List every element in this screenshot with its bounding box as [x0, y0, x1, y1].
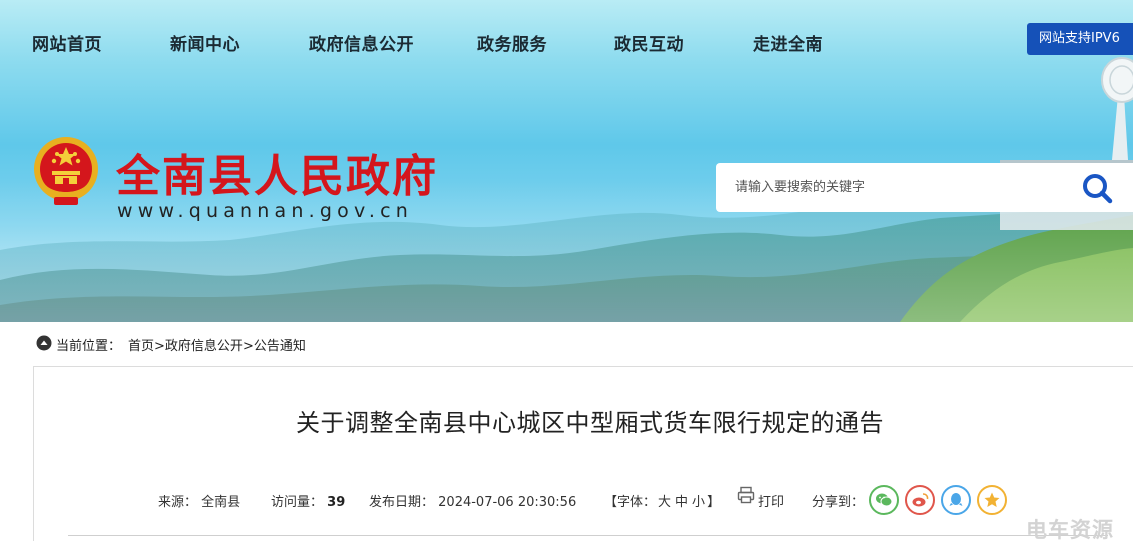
watermark: 电车资源 [1026, 518, 1114, 541]
meta-source: 来源： 全南县 [158, 491, 240, 510]
font-size-medium[interactable]: 中 [675, 495, 688, 510]
site-title: 全南县人民政府 [116, 151, 438, 202]
source-label: 来源： [158, 495, 198, 510]
breadcrumb-label: 当前位置： [56, 339, 122, 354]
font-size-large[interactable]: 大 [658, 495, 671, 510]
print-button[interactable]: 打印 [758, 491, 784, 510]
search-icon[interactable] [1078, 171, 1118, 205]
share-label: 分享到： [812, 495, 865, 510]
breadcrumb-home[interactable]: 首页 [128, 339, 154, 354]
breadcrumb-gov-info[interactable]: 政府信息公开 [165, 339, 243, 354]
nav-about[interactable]: 走进全南 [753, 30, 823, 55]
location-arrow-icon [36, 335, 52, 351]
share-wechat[interactable] [869, 485, 899, 515]
font-size-small[interactable]: 小 [692, 495, 705, 510]
breadcrumb-links: 首页>政府信息公开>公告通知 [128, 335, 306, 354]
meta-date: 发布日期： 2024-07-06 20:30:56 [369, 491, 576, 510]
meta-views: 访问量： 39 [271, 491, 345, 510]
date-label: 发布日期： [369, 495, 435, 510]
views-count: 39 [327, 495, 346, 510]
font-size-control: 【字体：大中小】 [604, 491, 720, 510]
weibo-icon [912, 493, 929, 507]
nav-gov-info[interactable]: 政府信息公开 [309, 30, 414, 55]
search-input[interactable] [716, 163, 1066, 212]
nav-news[interactable]: 新闻中心 [170, 30, 240, 55]
national-emblem-icon [34, 137, 98, 205]
nav-gov-service[interactable]: 政务服务 [477, 30, 547, 55]
breadcrumb-notices[interactable]: 公告通知 [254, 339, 306, 354]
date-value: 2024-07-06 20:30:56 [438, 495, 577, 510]
share-qq[interactable] [941, 485, 971, 515]
breadcrumb: 当前位置： 首页>政府信息公开>公告通知 [0, 322, 1133, 366]
breadcrumb-separator: > [242, 339, 254, 354]
article-panel: 关于调整全南县中心城区中型厢式货车限行规定的通告 来源： 全南县 访问量： 39… [33, 366, 1133, 541]
nav-home[interactable]: 网站首页 [32, 30, 102, 55]
share-qzone[interactable] [977, 485, 1007, 515]
font-label-close: 】 [707, 495, 721, 510]
printer-icon[interactable] [737, 486, 755, 504]
search-box [716, 163, 1133, 212]
source-value: 全南县 [201, 495, 241, 510]
wechat-icon [876, 493, 893, 507]
article-title: 关于调整全南县中心城区中型厢式货车限行规定的通告 [296, 409, 884, 437]
nav-interaction[interactable]: 政民互动 [614, 30, 684, 55]
ipv6-badge[interactable]: 网站支持IPV6 [1027, 23, 1133, 55]
top-navigation: 网站首页 新闻中心 政府信息公开 政务服务 政民互动 走进全南 网站支持IPV6 [0, 0, 1133, 80]
breadcrumb-separator: > [154, 339, 165, 354]
site-domain: www.quannan.gov.cn [117, 200, 414, 222]
views-label: 访问量： [271, 495, 324, 510]
qzone-icon [984, 492, 1000, 507]
qq-icon [949, 493, 963, 506]
font-label: 【字体： [604, 495, 657, 510]
meta-divider [68, 535, 1108, 536]
share-weibo[interactable] [905, 485, 935, 515]
header-banner: 网站首页 新闻中心 政府信息公开 政务服务 政民互动 走进全南 网站支持IPV6… [0, 0, 1133, 322]
